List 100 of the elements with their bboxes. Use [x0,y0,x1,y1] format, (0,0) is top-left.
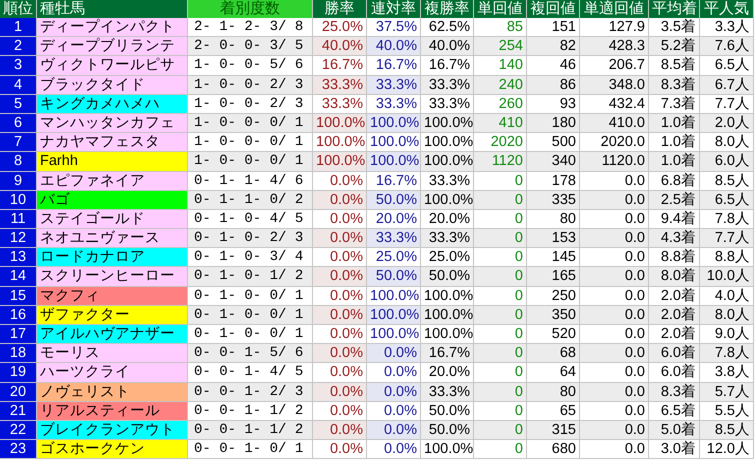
table-cell: 180 [527,114,580,134]
table-cell: ゴスホークケン [37,440,188,460]
table-cell: 33.3% [421,382,474,402]
table-cell: 0 [474,382,527,402]
table-cell: 0.0% [313,382,367,402]
table-cell: 100.0% [313,114,367,134]
table-cell: 0 [474,440,527,460]
table-cell: 0.0% [313,440,367,460]
table-cell: 254 [474,37,527,56]
column-header: 平人気 [700,0,754,18]
table-cell: 11 [0,210,37,230]
table-cell: 1- 0- 0- 0/ 1 [188,133,313,152]
table-cell: 127.9 [580,18,649,38]
table-cell: 0 [474,267,527,287]
table-cell: 50.0% [421,402,474,421]
table-cell: 2.0着 [649,286,700,306]
table-cell: 432.4 [580,94,649,114]
table-cell: 151 [527,18,580,38]
column-header: 種牡馬 [37,0,188,18]
table-cell: 6.0着 [649,344,700,364]
table-cell: 100.0% [421,325,474,344]
table-cell: ナカヤマフェスタ [37,133,188,152]
table-cell: 8.5着 [649,56,700,76]
table-cell: 1- 0- 0- 2/ 3 [188,76,313,95]
table-cell: 140 [474,56,527,76]
table-cell: 7.7人 [700,229,754,248]
table-cell: 100.0% [367,325,421,344]
table-cell: 0.0 [580,344,649,364]
table-cell: 7.3着 [649,94,700,114]
table-cell: 0.0% [313,210,367,230]
table-cell: 0.0 [580,440,649,460]
table-cell: 6.7人 [700,76,754,95]
table-cell: 0.0 [580,306,649,325]
table-cell: Farhh [37,152,188,172]
table-cell: 153 [527,229,580,248]
table-cell: 0.0 [580,325,649,344]
table-cell: 23 [0,440,37,460]
table-cell: 16 [0,306,37,325]
table-cell: 0.0% [313,267,367,287]
table-cell: 33.3% [367,76,421,95]
table-cell: ブレイクランアウト [37,420,188,440]
table-cell: ステイゴールド [37,210,188,230]
table-cell: 0 [474,363,527,383]
table-cell: 250 [527,286,580,306]
table-cell: 37.5% [367,18,421,38]
table-cell: ノヴェリスト [37,382,188,402]
table-cell: 15 [0,286,37,306]
table-cell: 0.0% [313,344,367,364]
table-cell: 0- 1- 0- 3/ 4 [188,248,313,268]
table-cell: 4.0人 [700,286,754,306]
table-cell: 40.0% [421,37,474,56]
table-cell: 20 [0,382,37,402]
table-cell: 9.4着 [649,210,700,230]
table-cell: 350 [527,306,580,325]
table-cell: 0.0% [313,229,367,248]
table-cell: 520 [527,325,580,344]
table-cell: 20.0% [421,363,474,383]
table-cell: 0- 0- 1- 0/ 1 [188,440,313,460]
table-cell: 20.0% [367,210,421,230]
table-cell: 25.0% [367,248,421,268]
table-cell: 335 [527,190,580,210]
table-cell: 6.5人 [700,190,754,210]
table-cell: 5 [0,94,37,114]
table-cell: 8 [0,152,37,172]
table-cell: 100.0% [421,440,474,460]
table-cell: 410.0 [580,114,649,134]
table-cell: 500 [527,133,580,152]
table-cell: 25.0% [421,248,474,268]
table-cell: スクリーンヒーロー [37,267,188,287]
column-header: 順位 [0,0,37,18]
table-cell: 2.0着 [649,325,700,344]
table-cell: 33.3% [421,229,474,248]
table-cell: 0 [474,190,527,210]
table-cell: 0 [474,286,527,306]
table-cell: 178 [527,172,580,191]
table-cell: 100.0% [313,152,367,172]
table-cell: 100.0% [367,286,421,306]
table-cell: 7.8人 [700,210,754,230]
table-cell: 0.0% [313,172,367,191]
table-cell: 10.0人 [700,267,754,287]
table-cell: 340 [527,152,580,172]
table-cell: 100.0% [367,114,421,134]
table-cell: 0.0% [367,363,421,383]
table-cell: 0.0% [313,306,367,325]
table-cell: 5.7人 [700,382,754,402]
table-cell: 50.0% [367,190,421,210]
table-cell: 82 [527,37,580,56]
table-cell: 16.7% [367,56,421,76]
table-cell: 0.0 [580,382,649,402]
table-cell: 7 [0,133,37,152]
table-cell: 13 [0,248,37,268]
table-cell: ロードカナロア [37,248,188,268]
table-cell: 0.0 [580,229,649,248]
table-cell: 3.0着 [649,440,700,460]
table-cell: リアルスティール [37,402,188,421]
table-cell: 410 [474,114,527,134]
table-cell: 100.0% [367,133,421,152]
table-cell: 7.6人 [700,37,754,56]
table-cell: 680 [527,440,580,460]
table-cell: 0- 1- 1- 0/ 2 [188,190,313,210]
